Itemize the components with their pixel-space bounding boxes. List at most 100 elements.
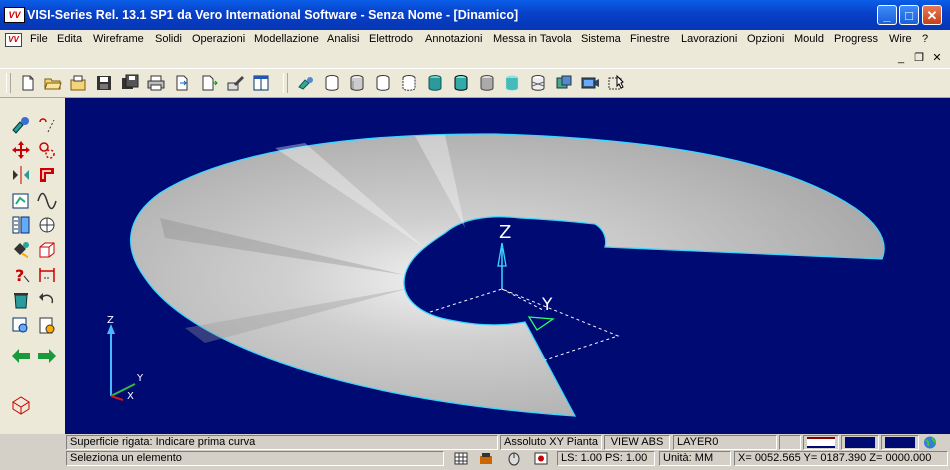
mdi-restore-button[interactable]: ❐ bbox=[911, 51, 927, 66]
paint-icon[interactable] bbox=[10, 239, 32, 261]
menu-lavorazioni[interactable]: Lavorazioni bbox=[681, 33, 737, 45]
menu-sistema[interactable]: Sistema bbox=[581, 33, 621, 45]
menu-bar: VV File Edita Wireframe Solidi Operazion… bbox=[0, 30, 950, 50]
cylinder-outline-icon[interactable] bbox=[373, 73, 393, 93]
export-icon[interactable] bbox=[172, 73, 192, 93]
line-style-swatch[interactable] bbox=[803, 435, 839, 450]
menu-analisi[interactable]: Analisi bbox=[327, 33, 359, 45]
menu-elettrodo[interactable]: Elettrodo bbox=[369, 33, 413, 45]
color-swatch-1[interactable] bbox=[841, 435, 879, 450]
close-button[interactable]: ✕ bbox=[922, 5, 942, 25]
menu-messa-in-tavola[interactable]: Messa in Tavola bbox=[493, 33, 572, 45]
arrow-right-icon[interactable] bbox=[36, 345, 58, 367]
menu-operazioni[interactable]: Operazioni bbox=[192, 33, 245, 45]
menu-opzioni[interactable]: Opzioni bbox=[747, 33, 784, 45]
main-toolbar bbox=[0, 68, 950, 98]
svg-text:?: ? bbox=[15, 266, 24, 285]
status-bar: Superficie rigata: Indicare prima curva … bbox=[0, 434, 950, 470]
menu-finestre[interactable]: Finestre bbox=[630, 33, 670, 45]
ruled-surface[interactable] bbox=[130, 133, 885, 417]
box-icon[interactable] bbox=[36, 239, 58, 261]
arrow-left-icon[interactable] bbox=[10, 345, 32, 367]
snap-mode-icon[interactable] bbox=[478, 451, 494, 466]
globe-icon[interactable] bbox=[922, 435, 938, 450]
zoom-box-icon[interactable] bbox=[10, 315, 32, 337]
viewport-canvas[interactable]: Z Y Z Y X bbox=[65, 98, 950, 434]
view-mode[interactable]: VIEW ABS bbox=[604, 435, 670, 450]
cylinder-teal-icon[interactable] bbox=[425, 73, 445, 93]
open-folder-icon[interactable] bbox=[43, 73, 63, 93]
document-icon[interactable]: VV bbox=[5, 33, 22, 47]
layers-icon[interactable] bbox=[10, 214, 32, 236]
print-icon[interactable] bbox=[146, 73, 166, 93]
maximize-button[interactable]: □ bbox=[899, 5, 919, 25]
mirror-icon[interactable] bbox=[10, 164, 32, 186]
import-icon[interactable] bbox=[198, 73, 218, 93]
new-file-icon[interactable] bbox=[18, 73, 38, 93]
menu-edita[interactable]: Edita bbox=[57, 33, 82, 45]
selection-icon[interactable] bbox=[606, 73, 626, 93]
cylinder-grey-icon[interactable] bbox=[477, 73, 497, 93]
cylinder-shaded-icon[interactable] bbox=[347, 73, 367, 93]
menu-progress[interactable]: Progress bbox=[834, 33, 878, 45]
wrench-tool-icon[interactable] bbox=[10, 114, 32, 136]
menu-help[interactable]: ? bbox=[922, 33, 928, 45]
mdi-controls: _ ❐ ✕ bbox=[0, 50, 950, 68]
undo-icon[interactable] bbox=[36, 289, 58, 311]
triad-y-label: Y bbox=[136, 373, 144, 384]
mdi-minimize-button[interactable]: _ bbox=[893, 51, 909, 66]
line-scale[interactable]: LS: 1.00 PS: 1.00 bbox=[557, 451, 655, 466]
layout-icon[interactable] bbox=[251, 73, 271, 93]
edit-icon[interactable] bbox=[225, 73, 245, 93]
render-box-icon[interactable] bbox=[554, 73, 574, 93]
measure-icon[interactable] bbox=[36, 264, 58, 286]
zoom-page-icon[interactable] bbox=[36, 315, 58, 337]
grid-icon[interactable] bbox=[36, 214, 58, 236]
menu-wireframe[interactable]: Wireframe bbox=[93, 33, 144, 45]
cylinder-hidden-icon[interactable] bbox=[322, 73, 342, 93]
record-icon[interactable] bbox=[533, 451, 549, 466]
graphics-viewport[interactable]: Z Y Z Y X bbox=[65, 98, 950, 434]
query-icon[interactable]: ? bbox=[10, 264, 32, 286]
current-layer[interactable]: LAYER0 bbox=[673, 435, 777, 450]
rotate-icon[interactable] bbox=[36, 139, 58, 161]
save-all-icon[interactable] bbox=[120, 73, 140, 93]
open-archive-icon[interactable] bbox=[68, 73, 88, 93]
axis-triad: Z Y X bbox=[107, 315, 144, 402]
minimize-button[interactable]: _ bbox=[877, 5, 897, 25]
grid-snap-icon[interactable] bbox=[453, 451, 469, 466]
units[interactable]: Unità: MM bbox=[659, 451, 731, 466]
command-prompt: Superficie rigata: Indicare prima curva bbox=[66, 435, 498, 450]
camera-icon[interactable] bbox=[580, 73, 600, 93]
menu-solidi[interactable]: Solidi bbox=[155, 33, 182, 45]
menu-annotazioni[interactable]: Annotazioni bbox=[425, 33, 483, 45]
menu-file[interactable]: File bbox=[30, 33, 48, 45]
curve-icon[interactable] bbox=[36, 189, 58, 211]
color-swatch-2[interactable] bbox=[881, 435, 919, 450]
toolbar-grip[interactable] bbox=[6, 73, 11, 93]
cylinder-dotted-icon[interactable] bbox=[502, 73, 522, 93]
move-icon[interactable] bbox=[10, 139, 32, 161]
view-cube-icon[interactable] bbox=[10, 393, 32, 415]
offset-icon[interactable] bbox=[36, 164, 58, 186]
cylinder-wire-icon[interactable] bbox=[296, 73, 316, 93]
workplane-z-label: Z bbox=[499, 222, 511, 243]
sketch-icon[interactable] bbox=[10, 189, 32, 211]
toolbar-grip-2[interactable] bbox=[283, 73, 288, 93]
y-arrow-icon bbox=[527, 316, 555, 331]
disconnect-icon[interactable] bbox=[36, 114, 58, 136]
window-title: VISI-Series Rel. 13.1 SP1 da Vero Intern… bbox=[27, 8, 519, 22]
delete-icon[interactable] bbox=[10, 289, 32, 311]
app-logo-icon[interactable]: VV bbox=[4, 7, 25, 23]
cylinder-dashed-icon[interactable] bbox=[399, 73, 419, 93]
tool-palette: ? bbox=[0, 98, 65, 434]
menu-modellazione[interactable]: Modellazione bbox=[254, 33, 319, 45]
menu-mould[interactable]: Mould bbox=[794, 33, 824, 45]
save-icon[interactable] bbox=[94, 73, 114, 93]
mdi-close-button[interactable]: ✕ bbox=[929, 51, 945, 66]
coordinate-system[interactable]: Assoluto XY Pianta bbox=[500, 435, 602, 450]
mouse-icon[interactable] bbox=[506, 451, 522, 466]
cylinder-mesh-icon[interactable] bbox=[528, 73, 548, 93]
menu-wire[interactable]: Wire bbox=[889, 33, 912, 45]
cylinder-teal-edges-icon[interactable] bbox=[451, 73, 471, 93]
